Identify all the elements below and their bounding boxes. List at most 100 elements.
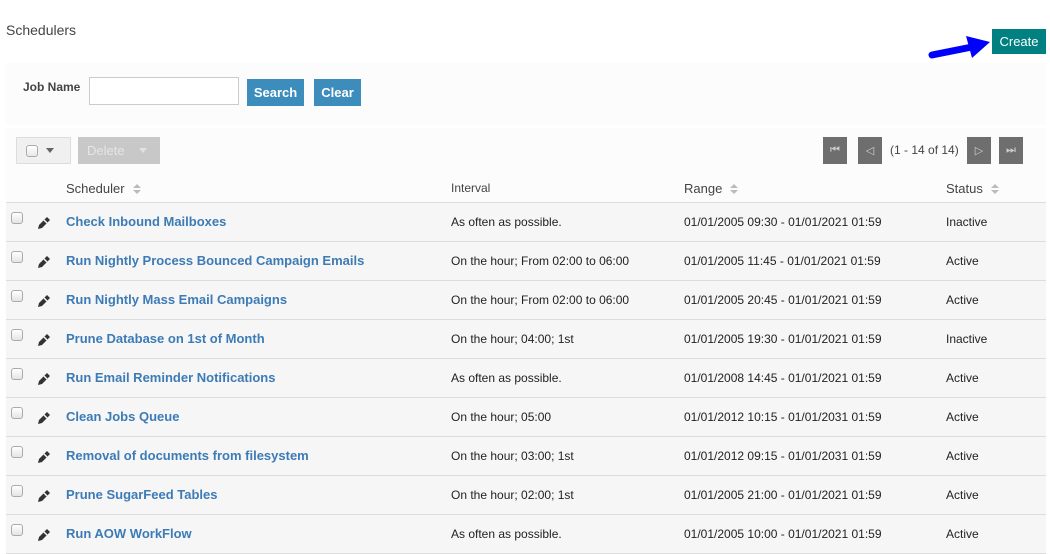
job-name-label: Job Name [23, 80, 81, 94]
pencil-icon[interactable] [35, 526, 53, 544]
last-page-icon: ⏭ [1006, 144, 1016, 156]
interval-cell: As often as possible. [451, 215, 562, 229]
pencil-icon[interactable] [35, 487, 53, 505]
scheduler-name-link[interactable]: Run Email Reminder Notifications [66, 370, 275, 385]
scheduler-name-link[interactable]: Check Inbound Mailboxes [66, 214, 226, 229]
table-row: Run Email Reminder Notifications As ofte… [6, 359, 1046, 398]
interval-cell: On the hour; 05:00 [451, 410, 552, 424]
interval-cell: As often as possible. [451, 527, 562, 541]
clear-button[interactable]: Clear [314, 79, 361, 106]
table-row: Clean Jobs Queue On the hour; 05:00 01/0… [6, 398, 1046, 437]
search-button[interactable]: Search [247, 79, 304, 106]
interval-cell: On the hour; 04:00; 1st [451, 332, 574, 346]
next-page-button[interactable]: ▷ [967, 137, 991, 164]
status-cell: Active [946, 371, 979, 385]
row-checkbox[interactable] [11, 368, 23, 380]
status-cell: Active [946, 410, 979, 424]
pencil-icon[interactable] [35, 370, 53, 388]
column-label: Interval [451, 181, 491, 195]
chevron-down-icon [46, 148, 54, 153]
first-page-button[interactable]: ⏮ [823, 137, 847, 164]
chevron-down-icon [138, 148, 147, 153]
pencil-icon[interactable] [35, 214, 53, 232]
row-checkbox[interactable] [11, 329, 23, 341]
row-checkbox[interactable] [11, 407, 23, 419]
interval-cell: On the hour; From 02:00 to 06:00 [451, 293, 630, 307]
pencil-icon[interactable] [35, 448, 53, 466]
column-label: Range [684, 181, 723, 196]
range-cell: 01/01/2005 11:45 - 01/01/2021 01:59 [684, 254, 881, 268]
select-all-checkbox[interactable] [26, 144, 38, 157]
status-cell: Active [946, 254, 979, 268]
pagination-count: (1 - 14 of 14) [890, 143, 959, 157]
prev-page-icon: ◁ [865, 145, 875, 157]
status-cell: Active [946, 488, 979, 502]
scheduler-name-link[interactable]: Prune Database on 1st of Month [66, 331, 265, 346]
column-header-interval: Interval [451, 181, 490, 195]
scheduler-name-link[interactable]: Run Nightly Mass Email Campaigns [66, 292, 287, 307]
sort-icon[interactable] [730, 183, 739, 194]
table-row: Run AOW WorkFlow As often as possible. 0… [6, 515, 1046, 554]
list-view: Delete ⏮ ◁ (1 - 14 of 14) ▷ ⏭ Scheduler … [6, 128, 1046, 554]
status-cell: Active [946, 527, 979, 541]
interval-cell: On the hour; From 02:00 to 06:00 [451, 254, 630, 268]
range-cell: 01/01/2008 14:45 - 01/01/2021 01:59 [684, 371, 882, 385]
range-cell: 01/01/2005 19:30 - 01/01/2021 01:59 [684, 332, 882, 346]
range-cell: 01/01/2012 09:15 - 01/01/2031 01:59 [684, 449, 882, 463]
column-label: Scheduler [66, 181, 125, 196]
range-cell: 01/01/2005 10:00 - 01/01/2021 01:59 [684, 527, 882, 541]
table-row: Prune Database on 1st of Month On the ho… [6, 320, 1046, 359]
table-row: Check Inbound Mailboxes As often as poss… [6, 203, 1046, 242]
job-name-input[interactable] [89, 77, 239, 105]
table-header: Scheduler Interval Range Status [6, 172, 1046, 203]
sort-icon[interactable] [132, 183, 142, 194]
scheduler-name-link[interactable]: Clean Jobs Queue [66, 409, 179, 424]
range-cell: 01/01/2012 10:15 - 01/01/2031 01:59 [684, 410, 882, 424]
row-checkbox[interactable] [11, 212, 23, 224]
range-cell: 01/01/2005 20:45 - 01/01/2021 01:59 [684, 293, 882, 307]
annotation-arrow-icon [928, 36, 990, 59]
column-header-status[interactable]: Status [946, 181, 1000, 196]
column-header-range[interactable]: Range [684, 181, 739, 196]
interval-cell: As often as possible. [451, 371, 562, 385]
status-cell: Inactive [946, 332, 988, 346]
table-body: Check Inbound Mailboxes As often as poss… [6, 203, 1046, 554]
first-page-icon: ⏮ [830, 144, 840, 156]
scheduler-name-link[interactable]: Removal of documents from filesystem [66, 448, 309, 463]
scheduler-name-link[interactable]: Run AOW WorkFlow [66, 526, 192, 541]
sort-icon[interactable] [990, 183, 1000, 194]
interval-cell: On the hour; 02:00; 1st [451, 488, 574, 502]
pencil-icon[interactable] [35, 331, 53, 349]
status-cell: Active [946, 293, 979, 307]
row-checkbox[interactable] [11, 485, 23, 497]
create-button[interactable]: Create [992, 29, 1046, 54]
row-checkbox[interactable] [11, 290, 23, 302]
status-cell: Inactive [946, 215, 988, 229]
delete-label: Delete [87, 143, 125, 158]
table-row: Removal of documents from filesystem On … [6, 437, 1046, 476]
interval-cell: On the hour; 03:00; 1st [451, 449, 574, 463]
page-title: Schedulers [6, 22, 77, 38]
row-checkbox[interactable] [11, 524, 23, 536]
range-cell: 01/01/2005 09:30 - 01/01/2021 01:59 [684, 215, 882, 229]
status-cell: Active [946, 449, 979, 463]
scheduler-name-link[interactable]: Prune SugarFeed Tables [66, 487, 217, 502]
range-cell: 01/01/2005 21:00 - 01/01/2021 01:59 [684, 488, 882, 502]
next-page-icon: ▷ [974, 145, 984, 157]
pencil-icon[interactable] [35, 409, 53, 427]
table-row: Run Nightly Process Bounced Campaign Ema… [6, 242, 1046, 281]
row-checkbox[interactable] [11, 251, 23, 263]
bulk-select-dropdown[interactable] [16, 137, 71, 164]
row-checkbox[interactable] [11, 446, 23, 458]
pencil-icon[interactable] [35, 253, 53, 271]
last-page-button[interactable]: ⏭ [999, 137, 1023, 164]
pencil-icon[interactable] [35, 292, 53, 310]
prev-page-button[interactable]: ◁ [858, 137, 882, 164]
table-row: Prune SugarFeed Tables On the hour; 02:0… [6, 476, 1046, 515]
table-row: Run Nightly Mass Email Campaigns On the … [6, 281, 1046, 320]
column-header-scheduler[interactable]: Scheduler [66, 181, 142, 196]
search-panel: Job Name Search Clear [6, 63, 1046, 125]
scheduler-name-link[interactable]: Run Nightly Process Bounced Campaign Ema… [66, 253, 364, 268]
delete-button[interactable]: Delete [78, 137, 160, 164]
column-label: Status [946, 181, 983, 196]
